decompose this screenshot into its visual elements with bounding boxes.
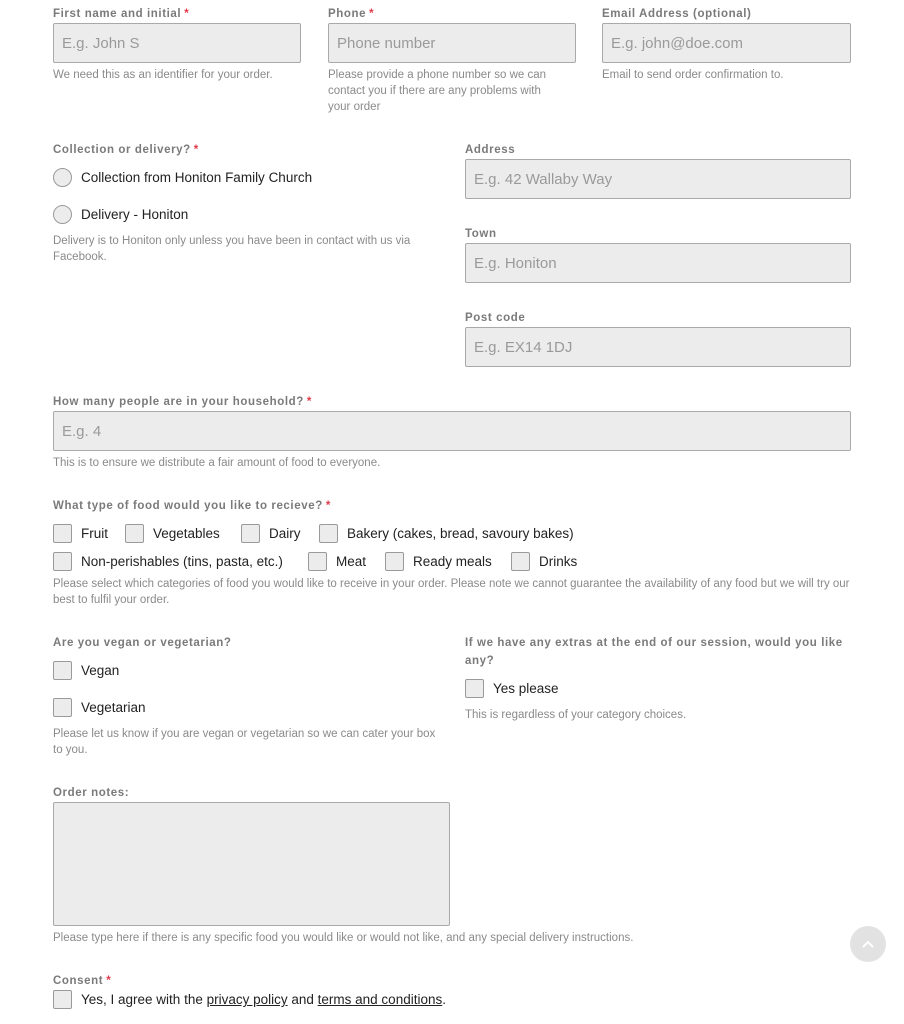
checkbox-fruit[interactable]: Fruit	[53, 524, 108, 543]
checkbox-non-perishables-label: Non-perishables (tins, pasta, etc.)	[81, 554, 283, 569]
scroll-to-top-button[interactable]	[850, 926, 886, 962]
checkbox[interactable]	[53, 552, 72, 571]
checkbox-vegetables-label: Vegetables	[153, 526, 220, 541]
radio-button[interactable]	[53, 168, 72, 187]
checkbox[interactable]	[465, 679, 484, 698]
checkbox[interactable]	[53, 698, 72, 717]
privacy-policy-link[interactable]: privacy policy	[207, 992, 288, 1007]
required-marker: *	[106, 975, 112, 987]
collection-help: Delivery is to Honiton only unless you h…	[53, 235, 411, 263]
checkbox[interactable]	[308, 552, 327, 571]
extras-help: This is regardless of your category choi…	[465, 709, 687, 721]
required-marker: *	[325, 500, 331, 512]
consent-text-after: .	[442, 992, 446, 1007]
household-input[interactable]	[53, 411, 851, 451]
diet-help: Please let us know if you are vegan or v…	[53, 728, 436, 756]
radio-delivery-label: Delivery - Honiton	[81, 207, 189, 222]
checkbox-meat[interactable]: Meat	[308, 552, 366, 571]
address-label: Address	[465, 144, 516, 156]
checkbox-non-perishables[interactable]: Non-perishables (tins, pasta, etc.)	[53, 552, 283, 571]
consent-label-text: Consent	[53, 975, 104, 987]
email-label: Email Address (optional)	[602, 8, 752, 20]
address-input[interactable]	[465, 159, 851, 199]
radio-delivery[interactable]: Delivery - Honiton	[53, 205, 188, 224]
phone-input[interactable]	[328, 23, 576, 63]
household-help: This is to ensure we distribute a fair a…	[53, 457, 381, 469]
consent-label: Consent *	[53, 975, 111, 987]
chevron-up-icon	[862, 940, 874, 948]
order-notes-textarea[interactable]	[53, 802, 450, 926]
diet-label: Are you vegan or vegetarian?	[53, 637, 232, 649]
checkbox[interactable]	[241, 524, 260, 543]
checkbox-vegan[interactable]: Vegan	[53, 661, 119, 680]
checkbox-vegetables[interactable]: Vegetables	[125, 524, 220, 543]
radio-collection-label: Collection from Honiton Family Church	[81, 170, 313, 185]
first-name-help: We need this as an identifier for your o…	[53, 69, 273, 81]
checkbox-dairy-label: Dairy	[269, 526, 301, 541]
checkbox[interactable]	[319, 524, 338, 543]
consent-text-before: Yes, I agree with the	[81, 992, 207, 1007]
checkbox-yes-please-label: Yes please	[493, 681, 559, 696]
checkbox-ready-meals[interactable]: Ready meals	[385, 552, 492, 571]
first-name-input[interactable]	[53, 23, 301, 63]
town-input[interactable]	[465, 243, 851, 283]
first-name-label: First name and initial *	[53, 8, 189, 20]
postcode-input[interactable]	[465, 327, 851, 367]
order-notes-help: Please type here if there is any specifi…	[53, 932, 634, 944]
checkbox-bakery[interactable]: Bakery (cakes, bread, savoury bakes)	[319, 524, 574, 543]
required-marker: *	[369, 8, 375, 20]
required-marker: *	[184, 8, 190, 20]
collection-label-text: Collection or delivery?	[53, 144, 191, 156]
checkbox-meat-label: Meat	[336, 554, 367, 569]
checkbox[interactable]	[511, 552, 530, 571]
checkbox-vegan-label: Vegan	[81, 663, 120, 678]
first-name-label-text: First name and initial	[53, 8, 182, 20]
required-marker: *	[193, 144, 199, 156]
email-help: Email to send order confirmation to.	[602, 69, 784, 81]
radio-button[interactable]	[53, 205, 72, 224]
phone-label: Phone *	[328, 8, 374, 20]
postcode-label: Post code	[465, 312, 526, 324]
consent-text-middle: and	[287, 992, 318, 1007]
checkbox-yes-please[interactable]: Yes please	[465, 679, 559, 698]
checkbox-vegetarian-label: Vegetarian	[81, 700, 146, 715]
food-type-help: Please select which categories of food y…	[53, 578, 850, 606]
checkbox[interactable]	[385, 552, 404, 571]
household-label: How many people are in your household? *	[53, 396, 312, 408]
collection-label: Collection or delivery? *	[53, 144, 199, 156]
consent-text: Yes, I agree with the privacy policy and…	[81, 992, 446, 1007]
required-marker: *	[306, 396, 312, 408]
checkbox-ready-meals-label: Ready meals	[413, 554, 492, 569]
phone-label-text: Phone	[328, 8, 367, 20]
extras-label: If we have any extras at the end of our …	[465, 637, 843, 667]
food-type-label: What type of food would you like to reci…	[53, 500, 331, 512]
phone-help: Please provide a phone number so we can …	[328, 69, 547, 113]
email-input[interactable]	[602, 23, 851, 63]
checkbox-dairy[interactable]: Dairy	[241, 524, 301, 543]
terms-link[interactable]: terms and conditions	[318, 992, 443, 1007]
checkbox-vegetarian[interactable]: Vegetarian	[53, 698, 146, 717]
radio-collection[interactable]: Collection from Honiton Family Church	[53, 168, 312, 187]
checkbox-bakery-label: Bakery (cakes, bread, savoury bakes)	[347, 526, 574, 541]
checkbox[interactable]	[53, 661, 72, 680]
checkbox[interactable]	[125, 524, 144, 543]
checkbox[interactable]	[53, 524, 72, 543]
checkbox-consent[interactable]: Yes, I agree with the privacy policy and…	[53, 990, 446, 1009]
checkbox-drinks[interactable]: Drinks	[511, 552, 577, 571]
town-label: Town	[465, 228, 497, 240]
checkbox[interactable]	[53, 990, 72, 1009]
checkbox-fruit-label: Fruit	[81, 526, 108, 541]
household-label-text: How many people are in your household?	[53, 396, 304, 408]
order-notes-label: Order notes:	[53, 787, 130, 799]
checkbox-drinks-label: Drinks	[539, 554, 578, 569]
food-type-label-text: What type of food would you like to reci…	[53, 500, 323, 512]
